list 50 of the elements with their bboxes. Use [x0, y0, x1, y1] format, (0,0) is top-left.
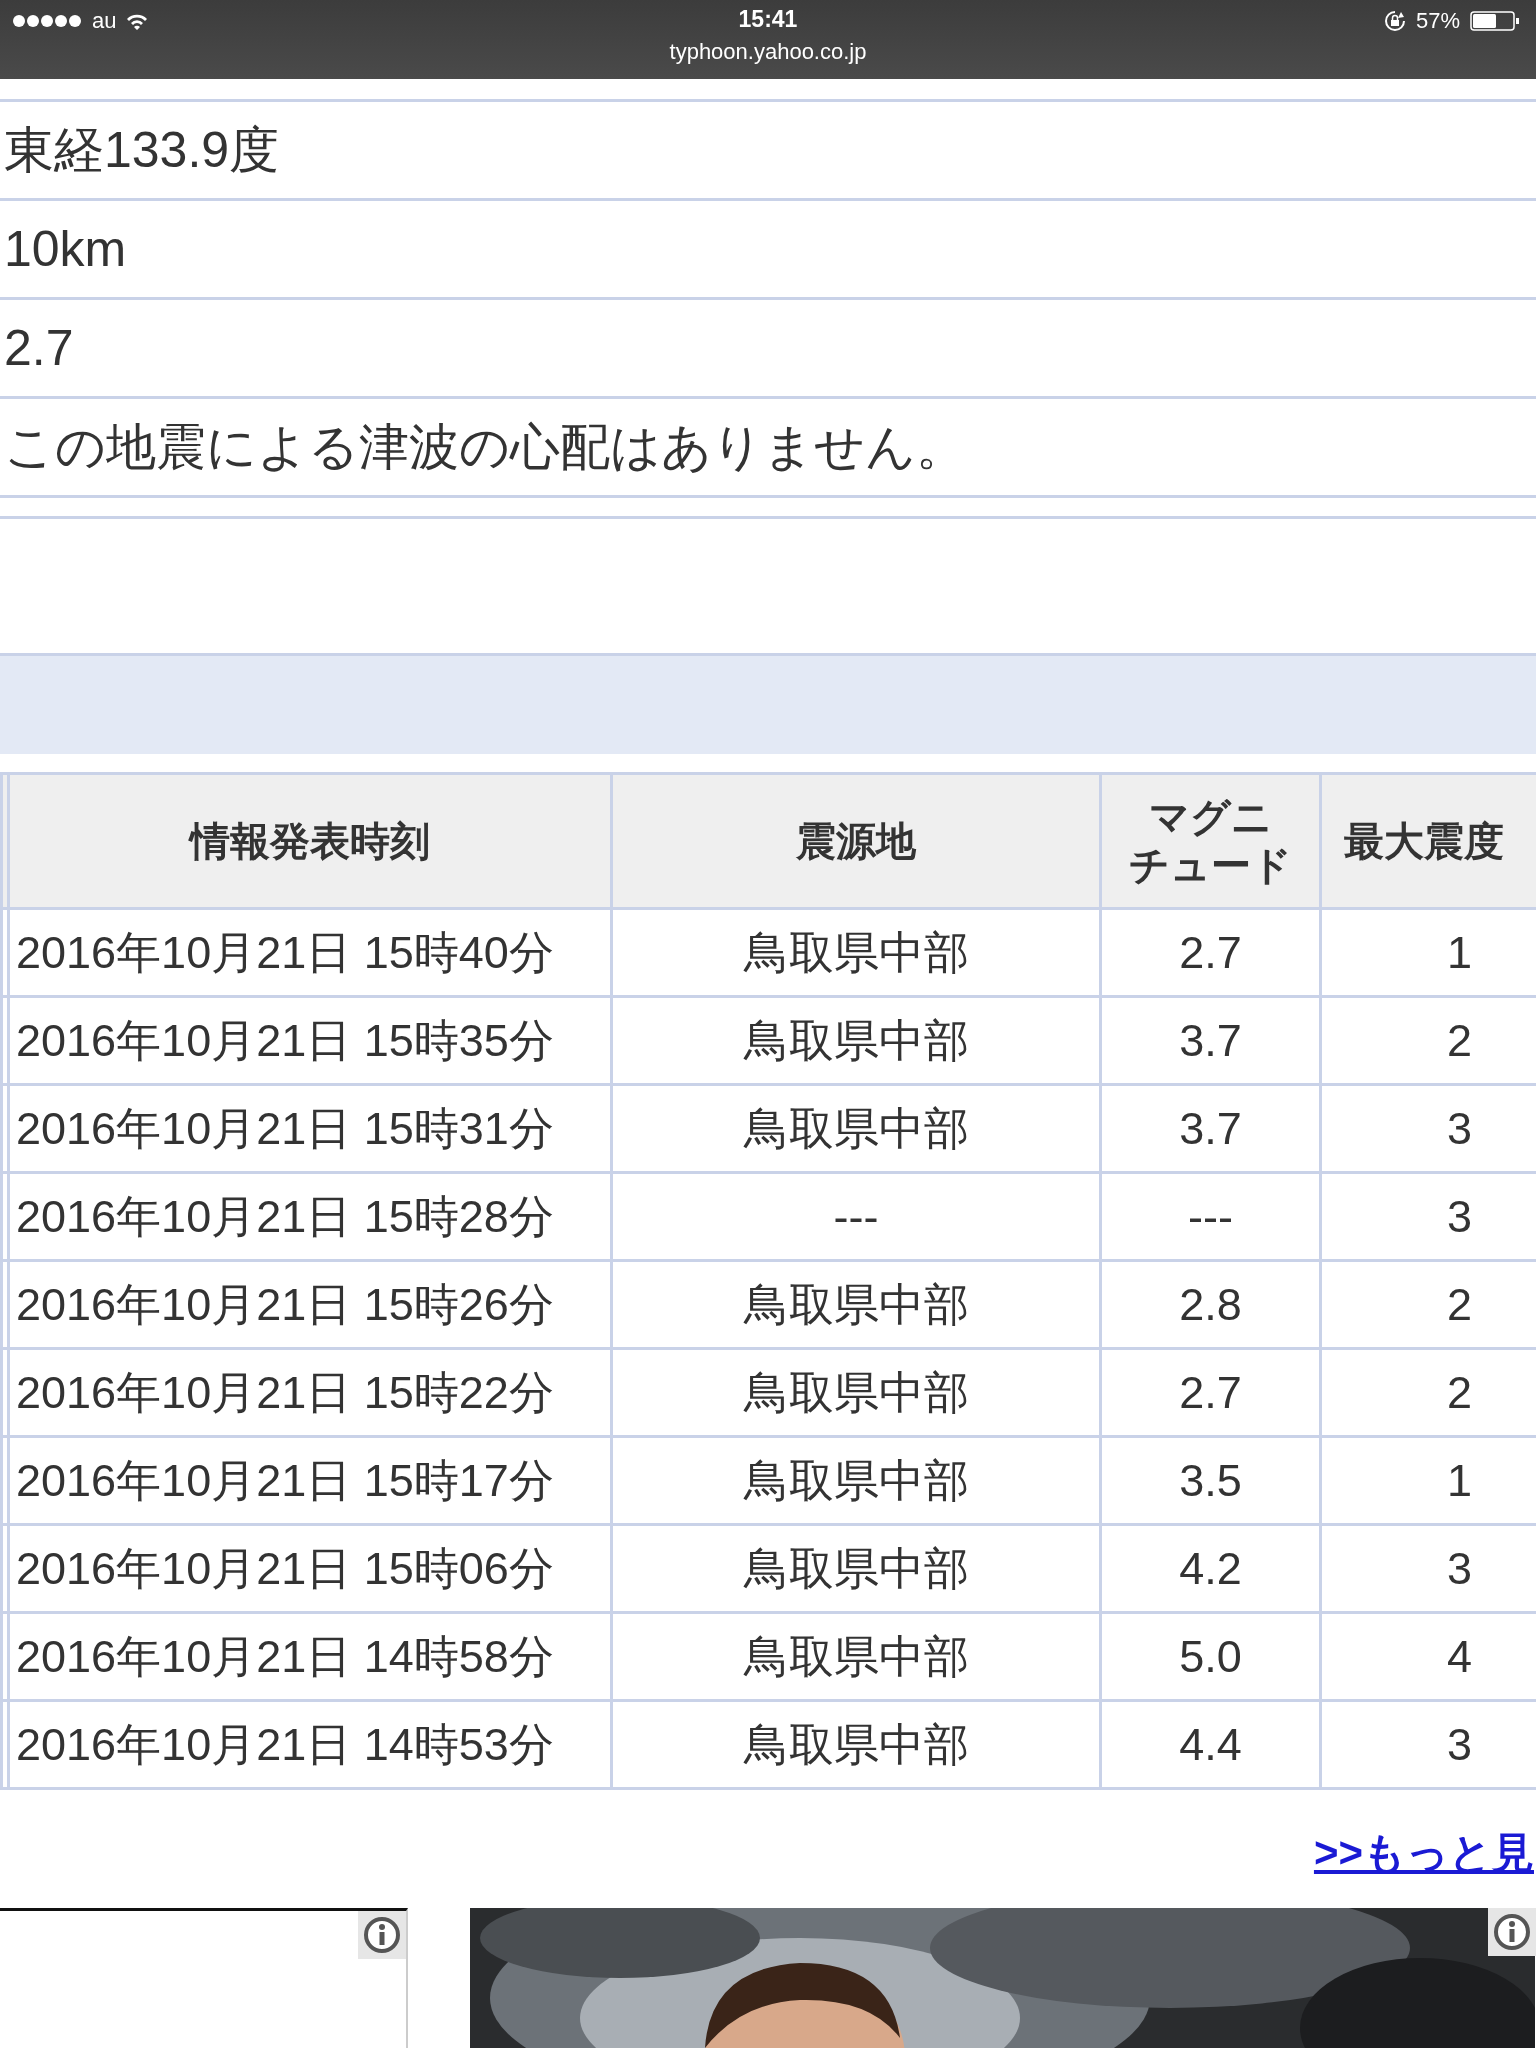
table-cell: 5.0: [1100, 1612, 1321, 1701]
table-cell: 鳥取県中部: [611, 1700, 1101, 1789]
column-header: マグニチュード: [1128, 794, 1293, 889]
detail-value: 10km: [4, 220, 127, 278]
column-header: 情報発表時刻: [190, 819, 430, 863]
detail-value: 2.7: [4, 319, 74, 377]
detail-value: この地震による津波の心配はありません。: [4, 417, 966, 477]
table-cell: 2016年10月21日 15時40分: [8, 908, 612, 997]
table-cell: 2016年10月21日 15時28分: [8, 1172, 612, 1261]
table-cell: 鳥取県中部: [611, 1436, 1101, 1525]
table-cell: 2016年10月21日 14時58分: [8, 1612, 612, 1701]
table-cell: 2016年10月21日 15時26分: [8, 1260, 612, 1349]
ad-banner[interactable]: [0, 1908, 408, 2048]
detail-value: 東経133.9度: [4, 120, 280, 180]
table-cell: 鳥取県中部: [611, 1524, 1101, 1613]
table-cell: 3.5: [1100, 1436, 1321, 1525]
more-link[interactable]: >>もっと見: [1313, 1825, 1534, 1881]
table-cell: 2.7: [1100, 1348, 1321, 1437]
table-cell: ---: [611, 1172, 1101, 1261]
column-header: 最大震度: [1344, 819, 1504, 863]
table-cell: 鳥取県中部: [611, 1348, 1101, 1437]
table-cell: 2016年10月21日 15時31分: [8, 1084, 612, 1173]
carrier-name: au: [92, 8, 117, 34]
table-cell: 2016年10月21日 15時17分: [8, 1436, 612, 1525]
table-cell: 鳥取県中部: [611, 1260, 1101, 1349]
table-cell: 鳥取県中部: [611, 1612, 1101, 1701]
table-cell: 2.8: [1100, 1260, 1321, 1349]
column-header: 震源地: [796, 819, 916, 863]
table-cell: 3.7: [1100, 996, 1321, 1085]
table-cell: 鳥取県中部: [611, 908, 1101, 997]
table-cell: 鳥取県中部: [611, 1084, 1101, 1173]
battery-icon: [1470, 11, 1520, 31]
table-cell: 鳥取県中部: [611, 996, 1101, 1085]
page-url[interactable]: typhoon.yahoo.co.jp: [669, 39, 867, 65]
table-cell: 4.4: [1100, 1700, 1321, 1789]
battery-percent: 57%: [1415, 8, 1460, 34]
table-cell: 2.7: [1100, 908, 1321, 997]
wifi-icon: [126, 12, 149, 30]
rotation-lock-icon: [1383, 10, 1406, 32]
clock-time: 15:41: [738, 6, 798, 33]
table-cell: 2016年10月21日 15時06分: [8, 1524, 612, 1613]
signal-icon: [12, 14, 82, 28]
table-cell: 2016年10月21日 14時53分: [8, 1700, 612, 1789]
table-cell: 4.2: [1100, 1524, 1321, 1613]
info-icon[interactable]: [358, 1911, 406, 1959]
table-cell: 2016年10月21日 15時35分: [8, 996, 612, 1085]
table-cell: 3.7: [1100, 1084, 1321, 1173]
table-cell: 2016年10月21日 15時22分: [8, 1348, 612, 1437]
info-icon[interactable]: [1488, 1908, 1536, 1956]
table-cell: ---: [1100, 1172, 1321, 1261]
